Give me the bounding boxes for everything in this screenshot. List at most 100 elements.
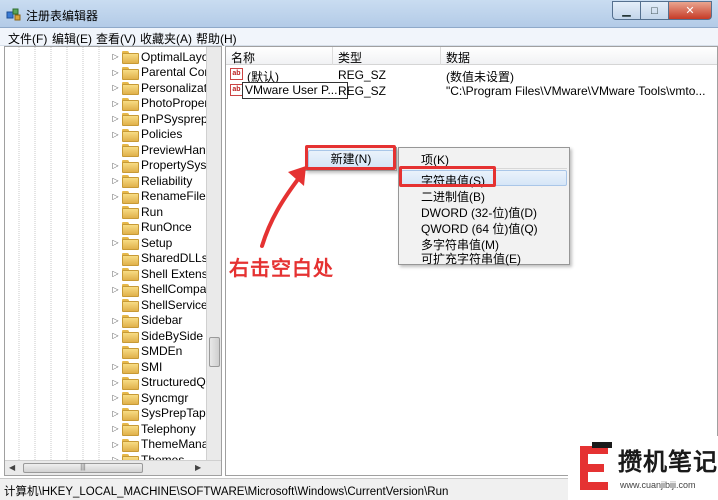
folder-icon [122,144,139,157]
tree-item-label: SysPrepTapi [141,406,209,420]
list-row[interactable]: ab (默认) REG_SZ (数值未设置) [226,66,717,84]
tree-item[interactable]: ▷ StructuredQu [111,375,212,390]
menu-favorites[interactable]: 收藏夹(A) [140,30,192,47]
tree-item[interactable]: RunOnce [111,220,192,235]
submenu-dword-value[interactable]: DWORD (32-位)值(D) [421,204,537,221]
tree-item-label: Sidebar [141,313,183,327]
tree-item[interactable]: ▷ SideBySide [111,328,203,343]
tree-item[interactable]: PreviewHand [111,142,212,157]
list-row[interactable]: ab VMware User P... REG_SZ "C:\Program F… [226,82,717,99]
folder-icon [122,268,139,281]
menu-file[interactable]: 文件(F) [8,30,47,47]
tree-item[interactable]: ▷ ThemeManag [111,437,215,452]
tree-item[interactable]: ▷ Syncmgr [111,390,188,405]
folder-icon [122,407,139,421]
folder-icon [122,51,139,64]
tree-item[interactable]: SMDEn [111,344,182,359]
maximize-button[interactable]: □ [640,1,668,20]
tree-item-label: RunOnce [141,220,192,234]
tree-item[interactable]: ▷ Setup [111,235,172,250]
submenu-expandable-string-value[interactable]: 可扩充字符串值(E) [421,250,521,267]
expand-arrow-icon[interactable]: ▷ [111,331,120,340]
tree-item[interactable]: ▷ Policies [111,127,182,142]
tree-item[interactable]: ▷ ShellCompat [111,282,210,297]
expand-arrow-icon[interactable]: ▷ [111,114,120,123]
scroll-left-icon[interactable]: ◀ [9,463,15,472]
tree-item[interactable]: ▷ PnPSysprep [111,111,208,126]
expand-arrow-icon[interactable]: ▷ [111,362,120,371]
folder-icon [122,237,139,250]
tree-hscroll-thumb[interactable]: ||| [23,463,143,473]
expand-arrow-icon[interactable]: ▷ [111,130,120,139]
expand-arrow-icon[interactable]: ▷ [111,192,120,201]
tree-item[interactable]: ▷ Parental Con [111,65,211,80]
minimize-button[interactable]: ▁ [612,1,640,20]
folder-icon [122,206,139,219]
expand-arrow-icon[interactable]: ▷ [111,99,120,108]
tree-item[interactable]: ▷ Telephony [111,421,196,436]
window-title: 注册表编辑器 [26,9,99,23]
value-name[interactable]: VMware User P... [242,82,348,99]
column-divider[interactable] [332,47,333,65]
expand-arrow-icon[interactable]: ▷ [111,238,120,247]
tree-item[interactable]: ShellServiceC [111,297,216,312]
expand-arrow-icon[interactable]: ▷ [111,68,120,77]
folder-icon [122,423,139,436]
folder-icon [122,283,139,297]
registry-tree[interactable]: ▷ OptimalLayo ▷ Parental Con ▷ Personalizati ▷… [4,46,222,476]
tree-item[interactable]: ▷ Sidebar [111,313,182,328]
expand-arrow-icon[interactable]: ▷ [111,424,120,433]
folder-icon [122,175,139,188]
tree-vertical-scrollbar[interactable] [206,47,221,461]
tree-horizontal-scrollbar[interactable]: ◀ ||| ▶ [5,460,221,475]
expand-arrow-icon[interactable]: ▷ [111,440,120,449]
tree-scroll-thumb[interactable] [209,337,220,367]
tree-item-label: Setup [141,235,173,250]
column-type[interactable]: 类型 [338,49,362,66]
watermark: 攒机笔记 www.cuanjibiji.com [568,436,718,500]
submenu-binary-value[interactable]: 二进制值(B) [421,188,485,205]
column-divider[interactable] [440,47,441,65]
annotation-arrow-icon [260,166,306,248]
tree-item[interactable]: ▷ RenameFiles [111,189,212,204]
folder-icon [122,82,139,95]
folder-icon [122,159,139,173]
scroll-right-icon[interactable]: ▶ [195,463,201,472]
folder-icon [122,252,139,266]
tree-item[interactable]: Run [111,204,163,219]
expand-arrow-icon[interactable]: ▷ [111,176,120,185]
close-button[interactable]: ✕ [668,1,712,20]
menu-bar: 文件(F) 编辑(E) 查看(V) 收藏夹(A) 帮助(H) [0,28,718,46]
tree-item-label: OptimalLayo [141,49,209,64]
tree-item[interactable]: ▷ PhotoProper [111,96,208,111]
tree-item[interactable]: ▷ Shell Extensio [111,266,217,281]
expand-arrow-icon[interactable]: ▷ [111,393,120,402]
tree-item[interactable]: ▷ Reliability [111,173,192,188]
expand-arrow-icon[interactable]: ▷ [111,316,120,325]
tree-item[interactable]: ▷ OptimalLayo [111,49,208,64]
folder-icon [122,66,139,80]
expand-arrow-icon[interactable]: ▷ [111,161,120,170]
tree-item[interactable]: ▷ SMI [111,359,162,374]
column-data[interactable]: 数据 [446,49,470,66]
expand-arrow-icon[interactable]: ▷ [111,409,120,418]
tree-item[interactable]: SharedDLLs [111,251,208,266]
expand-arrow-icon[interactable]: ▷ [111,269,120,278]
expand-arrow-icon[interactable]: ▷ [111,52,120,61]
folder-icon [122,299,139,312]
menu-edit[interactable]: 编辑(E) [52,30,92,47]
tree-item-label: Policies [141,127,183,141]
expand-arrow-icon[interactable]: ▷ [111,285,120,294]
tree-item[interactable]: ▷ Personalizati [111,80,210,95]
value-type: REG_SZ [338,84,387,98]
expand-arrow-icon[interactable]: ▷ [111,378,120,387]
expand-arrow-icon[interactable]: ▷ [111,83,120,92]
tree-item[interactable]: ▷ SysPrepTapi [111,406,208,421]
tree-item[interactable]: ▷ PropertySyst [111,158,210,173]
column-name[interactable]: 名称 [231,49,255,66]
tree-item-label: StructuredQu [141,375,213,389]
menu-help[interactable]: 帮助(H) [196,30,237,47]
menu-view[interactable]: 查看(V) [96,30,136,47]
regedit-icon [6,8,21,21]
submenu-qword-value[interactable]: QWORD (64 位)值(Q) [421,220,538,237]
